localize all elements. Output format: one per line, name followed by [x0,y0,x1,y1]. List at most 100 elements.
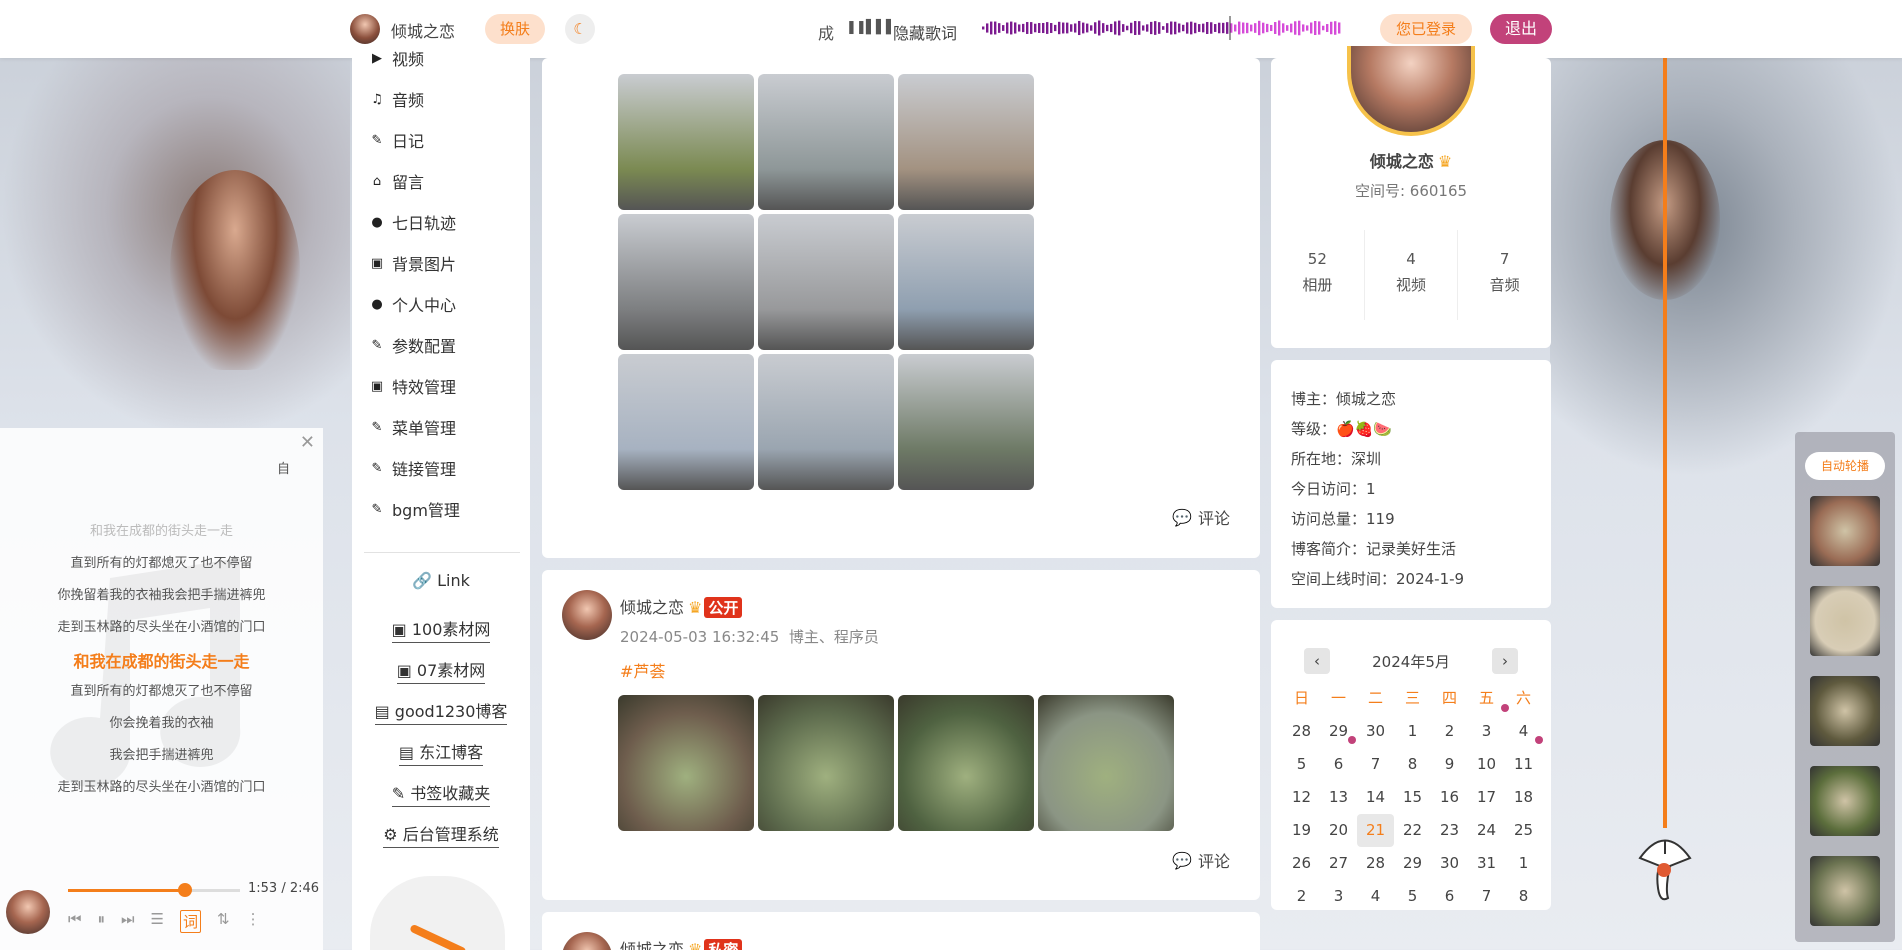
logged-in-button[interactable]: 您已登录 [1380,14,1472,44]
calendar-day[interactable]: 19 [1283,814,1320,847]
link-item[interactable]: ⚙ 后台管理系统 [352,821,530,848]
post-author[interactable]: 倾城之恋 ♛ 私密 [620,936,743,950]
post-photo[interactable] [898,354,1034,490]
link-item[interactable]: ✎ 书签收藏夹 [352,780,530,807]
pause-icon[interactable]: ⏸ [98,910,106,933]
calendar-day[interactable]: 12 [1283,781,1320,814]
more-icon[interactable]: ⋮ [246,910,261,933]
progress-knob[interactable] [177,883,192,897]
link-item[interactable]: ▤ 东江博客 [352,739,530,766]
sidebar-item[interactable]: ✎ 日记 [370,128,424,152]
calendar-day[interactable]: 3 [1320,880,1357,913]
logout-button[interactable]: 退出 [1490,14,1552,44]
sidebar-item[interactable]: ▣ 特效管理 [370,374,456,398]
calendar-day[interactable]: 8 [1394,748,1431,781]
calendar-day[interactable]: 20 [1320,814,1357,847]
calendar-day[interactable]: 30 [1357,715,1394,748]
avatar[interactable] [562,590,612,640]
sidebar-item[interactable]: ✎ 菜单管理 [370,415,456,439]
avatar[interactable] [562,932,612,950]
hide-lyrics-button[interactable]: 隐藏歌词 [893,20,957,44]
sidebar-item[interactable]: ● 个人中心 [370,292,456,316]
post-photo[interactable] [898,214,1034,350]
back-to-top-hanger-icon[interactable] [1630,818,1700,908]
play-mode-icon[interactable]: ⇅ [217,910,230,933]
calendar-day[interactable]: 1 [1505,847,1542,880]
calendar-day[interactable]: 9 [1431,748,1468,781]
calendar-day[interactable]: 5 [1394,880,1431,913]
post-photo[interactable] [618,354,754,490]
calendar-day[interactable]: 8 [1505,880,1542,913]
link-item[interactable]: ▣ 07素材网 [352,657,530,684]
moon-icon[interactable]: ☾ [565,14,595,44]
calendar-next-button[interactable]: › [1492,648,1518,674]
calendar-day[interactable]: 2 [1431,715,1468,748]
progress-bar[interactable] [68,883,240,897]
calendar-day[interactable]: 5 [1283,748,1320,781]
carousel-thumb[interactable] [1810,856,1880,926]
calendar-day[interactable]: 6 [1431,880,1468,913]
audio-waveform[interactable] [982,16,1342,40]
calendar-day[interactable]: 31 [1468,847,1505,880]
calendar-day[interactable]: 25 [1505,814,1542,847]
next-icon[interactable]: ⏭ [121,910,135,933]
post-photo[interactable] [618,214,754,350]
calendar-day[interactable]: 11 [1505,748,1542,781]
sidebar-item[interactable]: ● 七日轨迹 [370,210,456,234]
post-photo[interactable] [1038,695,1174,831]
calendar-day[interactable]: 7 [1468,880,1505,913]
sidebar-item[interactable]: ✎ 链接管理 [370,456,456,480]
calendar-day[interactable]: 17 [1468,781,1505,814]
auto-carousel-button[interactable]: 自动轮播 [1805,452,1885,480]
calendar-day[interactable]: 15 [1394,781,1431,814]
post-tag[interactable]: #芦荟 [620,658,665,682]
calendar-day[interactable]: 29 [1394,847,1431,880]
calendar-day[interactable]: 18 [1505,781,1542,814]
stat-albums[interactable]: 52 相册 [1271,230,1365,320]
equalizer-icon[interactable]: ▌▌▌ [866,20,896,35]
post-photo[interactable] [758,695,894,831]
calendar-day[interactable]: 26 [1283,847,1320,880]
post-photo[interactable] [758,214,894,350]
calendar-day[interactable]: 28 [1357,847,1394,880]
calendar-day[interactable]: 23 [1431,814,1468,847]
calendar-day[interactable]: 30 [1431,847,1468,880]
avatar[interactable] [1347,46,1475,136]
post-photo[interactable] [758,74,894,210]
skin-button[interactable]: 换肤 [485,14,545,44]
album-cover[interactable] [6,890,50,934]
calendar-day[interactable]: 24 [1468,814,1505,847]
calendar-day[interactable]: 10 [1468,748,1505,781]
sidebar-item[interactable]: ▣ 背景图片 [370,251,456,275]
calendar-day[interactable]: 4 [1357,880,1394,913]
pause-icon[interactable]: ❚❚ [846,20,867,35]
post-photo[interactable] [898,74,1034,210]
carousel-thumb[interactable] [1810,676,1880,746]
comment-button[interactable]: 💬 评论 [1172,505,1230,529]
lyrics-toggle-icon[interactable]: 词 [180,910,202,933]
playlist-icon[interactable]: ☰ [151,910,164,933]
calendar-day[interactable]: 13 [1320,781,1357,814]
post-photo[interactable] [618,74,754,210]
calendar-day[interactable]: 6 [1320,748,1357,781]
carousel-thumb[interactable] [1810,586,1880,656]
post-photo[interactable] [618,695,754,831]
calendar-day[interactable]: 28 [1283,715,1320,748]
close-icon[interactable]: ✕ [300,432,315,453]
calendar-day[interactable]: 1 [1394,715,1431,748]
comment-button[interactable]: 💬 评论 [1172,848,1230,872]
post-author[interactable]: 倾城之恋 ♛ 公开 [620,594,743,618]
sidebar-item[interactable]: ✎ bgm管理 [370,497,460,521]
post-photo[interactable] [758,354,894,490]
link-item[interactable]: ▣ 100素材网 [352,616,530,643]
carousel-thumb[interactable] [1810,766,1880,836]
calendar-day[interactable]: 16 [1431,781,1468,814]
sidebar-item[interactable]: ✎ 参数配置 [370,333,456,357]
stat-audio[interactable]: 7 音频 [1458,230,1551,320]
post-photo[interactable] [898,695,1034,831]
sidebar-item[interactable]: ▶ 视频 [370,46,424,70]
calendar-day[interactable]: 14 [1357,781,1394,814]
calendar-day[interactable]: 7 [1357,748,1394,781]
link-item[interactable]: ▤ good1230博客 [352,698,530,725]
avatar[interactable] [350,14,380,44]
